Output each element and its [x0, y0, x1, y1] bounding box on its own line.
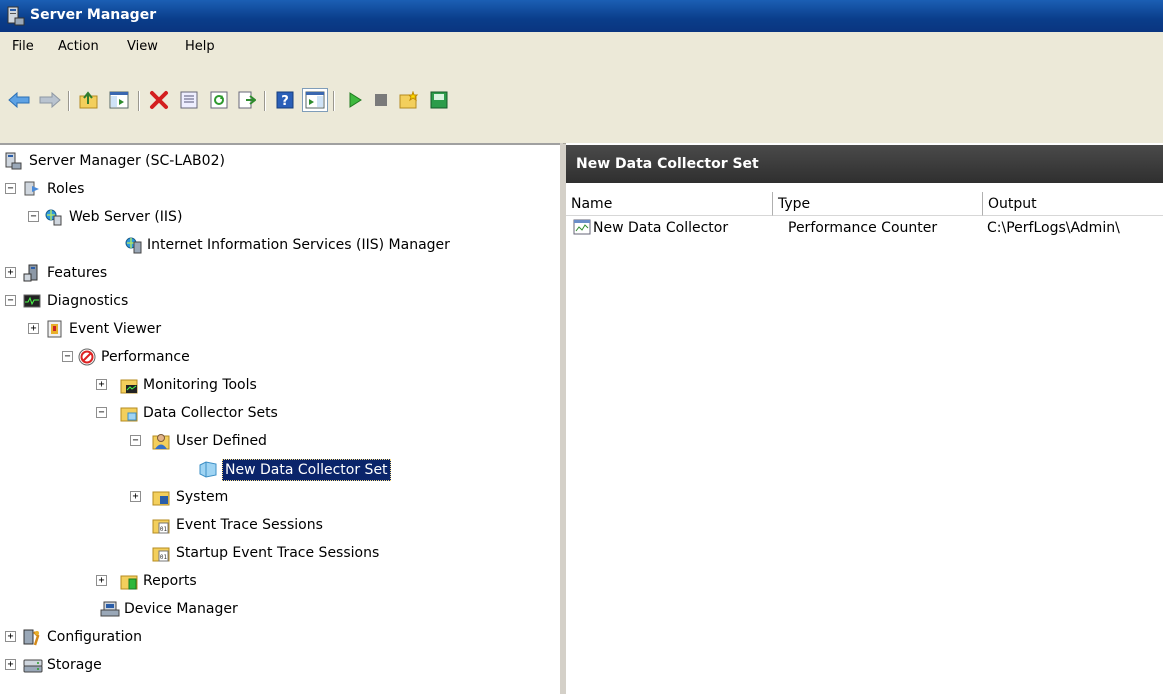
collapse-icon[interactable]: − — [5, 295, 16, 306]
tree-label: Monitoring Tools — [143, 377, 257, 393]
event-viewer-icon — [46, 320, 64, 338]
configuration-icon — [23, 628, 41, 646]
result-pane[interactable]: New Data Collector Set Name Type Output … — [566, 143, 1163, 694]
tree-label: Server Manager (SC-LAB02) — [29, 153, 225, 169]
server-manager-app-icon — [7, 6, 25, 26]
up-folder-icon[interactable] — [76, 88, 102, 112]
collapse-icon[interactable]: − — [130, 435, 141, 446]
collapse-icon[interactable]: − — [28, 211, 39, 222]
svg-text:?: ? — [281, 94, 289, 109]
tree-label: Configuration — [47, 629, 142, 645]
collapse-icon[interactable]: − — [5, 183, 16, 194]
event-trace-sessions-icon: 01 — [152, 516, 170, 534]
performance-icon — [78, 348, 96, 366]
column-header-type[interactable]: Type — [773, 192, 983, 216]
roles-icon — [23, 180, 41, 198]
row-type: Performance Counter — [788, 220, 938, 236]
toolbar-separator — [264, 91, 265, 111]
user-defined-icon — [152, 432, 170, 450]
tree-label: Features — [47, 265, 108, 281]
tree-label: Internet Information Services (IIS) Mana… — [147, 237, 450, 253]
row-name: New Data Collector — [593, 220, 729, 236]
menu-help[interactable]: Help — [185, 39, 215, 54]
stop-icon[interactable] — [368, 88, 394, 112]
refresh-icon[interactable] — [206, 88, 232, 112]
delete-icon[interactable] — [146, 88, 172, 112]
forward-icon[interactable] — [37, 88, 63, 112]
tree-label: Data Collector Sets — [143, 405, 278, 421]
startup-event-trace-sessions-icon: 01 — [152, 544, 170, 562]
tree-label: Performance — [101, 349, 190, 365]
tree-label: Roles — [47, 181, 85, 197]
expand-icon[interactable]: + — [28, 323, 39, 334]
toolbar-separator — [138, 91, 139, 111]
expand-icon[interactable]: + — [96, 575, 107, 586]
help-icon[interactable]: ? — [272, 88, 298, 112]
data-collector-sets-icon — [120, 404, 138, 422]
performance-counter-icon — [573, 219, 591, 237]
tree-label: Web Server (IIS) — [69, 209, 183, 225]
show-hide-console-tree-icon[interactable] — [106, 88, 132, 112]
server-icon — [4, 152, 22, 170]
svg-text:01: 01 — [160, 554, 168, 561]
storage-icon — [23, 656, 43, 674]
reports-icon — [120, 572, 138, 590]
menu-action[interactable]: Action — [58, 39, 99, 54]
expand-icon[interactable]: + — [130, 491, 141, 502]
save-template-icon[interactable] — [426, 88, 452, 112]
iis-manager-icon — [124, 236, 142, 254]
tree-label: Startup Event Trace Sessions — [176, 545, 380, 561]
row-output: C:\PerfLogs\Admin\ — [987, 220, 1120, 236]
start-icon[interactable] — [342, 88, 368, 112]
new-icon[interactable] — [396, 88, 422, 112]
tree-label: System — [176, 489, 229, 505]
data-collector-set-icon — [198, 460, 217, 478]
expand-icon[interactable]: + — [5, 631, 16, 642]
column-header-name[interactable]: Name — [566, 192, 773, 216]
tree-label-selected: New Data Collector Set — [222, 459, 391, 481]
tree-label: Device Manager — [124, 601, 238, 617]
tree-label: Event Trace Sessions — [176, 517, 323, 533]
console-tree[interactable]: Server Manager (SC-LAB02) − Roles − Web … — [0, 143, 563, 694]
tree-label: Storage — [47, 657, 102, 673]
title-bar: Server Manager — [0, 0, 1163, 32]
expand-icon[interactable]: + — [5, 659, 16, 670]
show-hide-action-pane-icon[interactable] — [302, 88, 328, 112]
monitoring-tools-icon — [120, 376, 138, 394]
tree-label: Reports — [143, 573, 197, 589]
collapse-icon[interactable]: − — [96, 407, 107, 418]
expand-icon[interactable]: + — [5, 267, 16, 278]
features-icon — [23, 264, 41, 282]
menu-file[interactable]: File — [12, 39, 34, 54]
column-header-output[interactable]: Output — [983, 192, 1163, 216]
result-pane-header: New Data Collector Set — [566, 145, 1163, 183]
svg-text:01: 01 — [160, 526, 168, 533]
tree-label: Event Viewer — [69, 321, 162, 337]
toolbar: ? — [0, 85, 1163, 144]
tree-label: Diagnostics — [47, 293, 129, 309]
system-icon — [152, 488, 170, 506]
tree-label: User Defined — [176, 433, 267, 449]
toolbar-separator — [68, 91, 69, 111]
collapse-icon[interactable]: − — [62, 351, 73, 362]
menu-view[interactable]: View — [127, 39, 158, 54]
expand-icon[interactable]: + — [96, 379, 107, 390]
toolbar-separator — [333, 91, 334, 111]
web-server-icon — [44, 208, 62, 226]
back-icon[interactable] — [6, 88, 32, 112]
device-manager-icon — [100, 600, 120, 618]
window-title: Server Manager — [30, 7, 157, 23]
properties-icon[interactable] — [176, 88, 202, 112]
diagnostics-icon — [23, 292, 41, 310]
export-list-icon[interactable] — [234, 88, 260, 112]
